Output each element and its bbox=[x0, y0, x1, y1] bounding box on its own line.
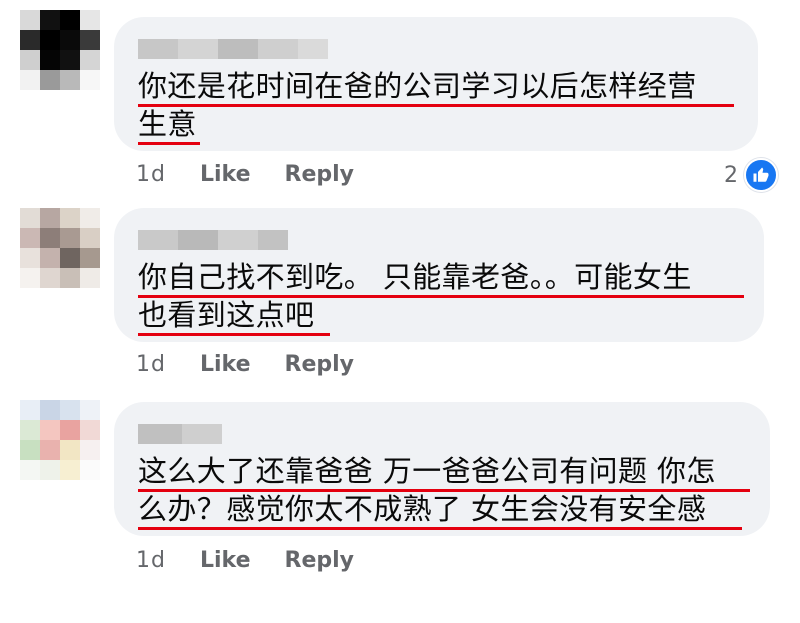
comment-line: 你自己找不到吃。 只能靠老爸。。可能女生 bbox=[138, 260, 692, 294]
comment-line: 生意 bbox=[138, 107, 197, 141]
red-underline bbox=[138, 527, 742, 530]
timestamp[interactable]: 1d bbox=[136, 162, 166, 187]
avatar[interactable] bbox=[20, 400, 100, 480]
comment-text: 你自己找不到吃。 只能靠老爸。。可能女生 也看到这点吧 bbox=[138, 258, 744, 336]
comment-line: 这么大了还靠爸爸 万一爸爸公司有问题 你怎 bbox=[138, 454, 716, 488]
comment-line: 也看到这点吧 bbox=[138, 298, 315, 332]
comment-bubble: 你自己找不到吃。 只能靠老爸。。可能女生 也看到这点吧 bbox=[114, 208, 764, 342]
like-link[interactable]: Like bbox=[200, 352, 251, 377]
blurred-author-name[interactable] bbox=[138, 230, 288, 250]
timestamp[interactable]: 1d bbox=[136, 352, 166, 377]
like-link[interactable]: Like bbox=[200, 162, 251, 187]
reply-link[interactable]: Reply bbox=[285, 162, 355, 187]
red-underline bbox=[138, 142, 200, 145]
avatar[interactable] bbox=[20, 10, 100, 90]
comment-actions: 1d Like Reply bbox=[136, 548, 388, 573]
comment-actions: 1d Like Reply bbox=[136, 352, 388, 377]
comment-text: 这么大了还靠爸爸 万一爸爸公司有问题 你怎 么办？感觉你太不成熟了 女生会没有安… bbox=[138, 452, 750, 530]
avatar[interactable] bbox=[20, 208, 100, 288]
comment-text: 你还是花时间在爸的公司学习以后怎样经营 生意 bbox=[138, 67, 734, 145]
timestamp[interactable]: 1d bbox=[136, 548, 166, 573]
blurred-author-name[interactable] bbox=[138, 39, 328, 59]
comment-actions: 1d Like Reply bbox=[136, 162, 388, 187]
comment-line: 么办？感觉你太不成熟了 女生会没有安全感 bbox=[138, 492, 707, 526]
comment-bubble: 这么大了还靠爸爸 万一爸爸公司有问题 你怎 么办？感觉你太不成熟了 女生会没有安… bbox=[114, 402, 770, 536]
reaction-count: 2 bbox=[724, 162, 738, 188]
thumbs-up-icon bbox=[744, 158, 778, 192]
reply-link[interactable]: Reply bbox=[285, 352, 355, 377]
reaction-summary[interactable]: 2 bbox=[724, 158, 778, 192]
blurred-author-name[interactable] bbox=[138, 424, 222, 444]
comment-line: 你还是花时间在爸的公司学习以后怎样经营 bbox=[138, 69, 697, 103]
red-underline bbox=[138, 333, 330, 336]
reply-link[interactable]: Reply bbox=[285, 548, 355, 573]
comment-bubble: 你还是花时间在爸的公司学习以后怎样经营 生意 bbox=[114, 17, 758, 151]
like-link[interactable]: Like bbox=[200, 548, 251, 573]
